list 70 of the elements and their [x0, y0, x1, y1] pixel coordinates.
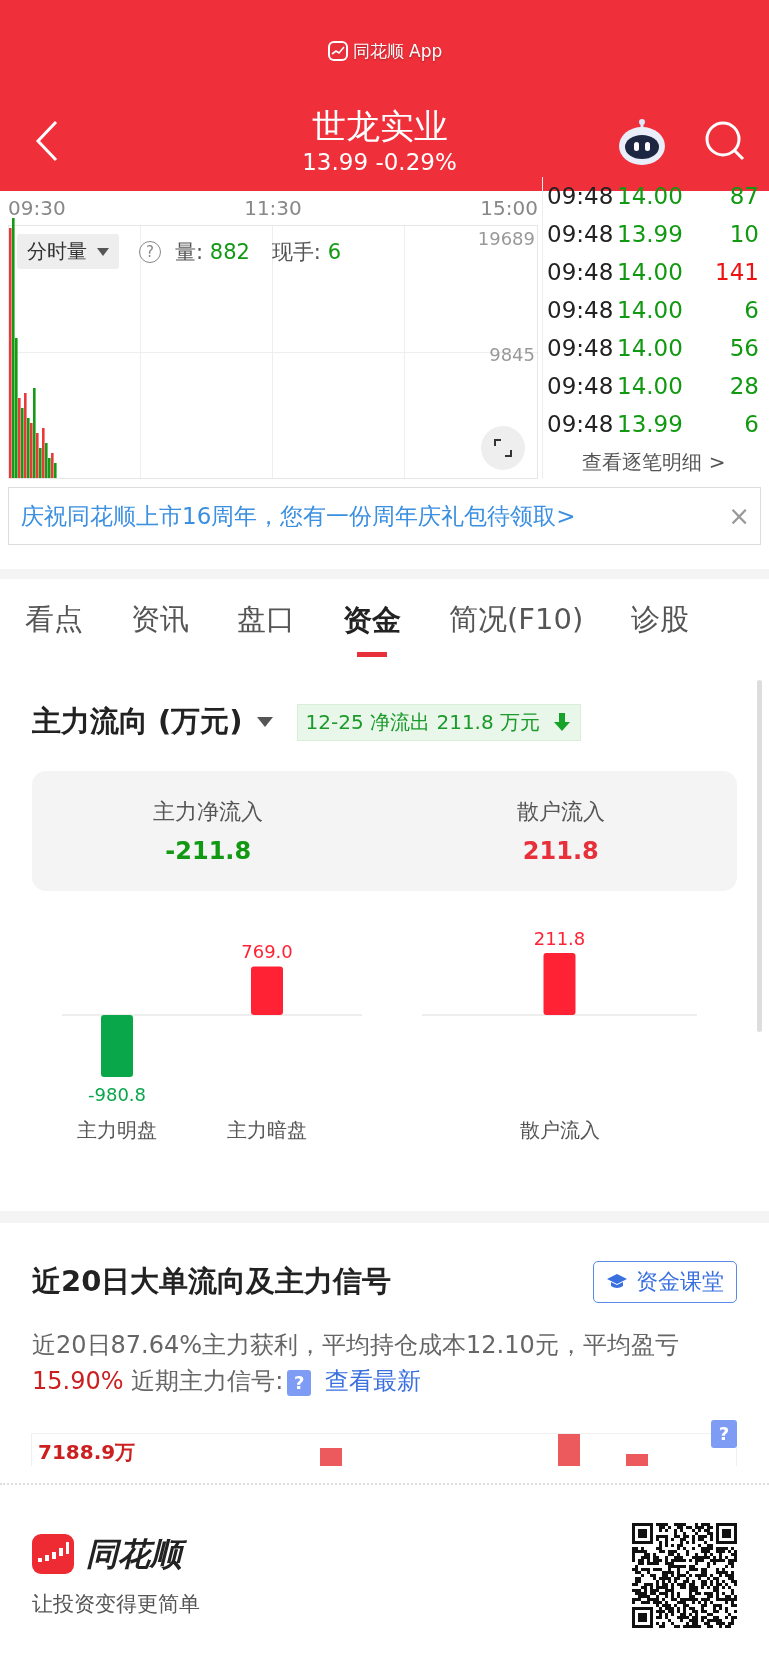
trade-price: 13.99	[616, 221, 684, 247]
slogan: 让投资变得更简单	[32, 1591, 200, 1618]
caret-icon	[97, 247, 109, 256]
tab[interactable]: 看点	[25, 600, 83, 646]
trade-volume: 10	[729, 221, 759, 247]
trade-time: 09:48	[547, 297, 613, 323]
trade-price: 14.00	[616, 335, 684, 361]
trade-time: 09:48	[547, 335, 613, 361]
latest-link[interactable]: 查看最新	[325, 1367, 422, 1395]
summary-label: 散户流入	[516, 798, 605, 826]
trade-volume: 141	[715, 259, 759, 285]
time-label: 09:30	[8, 196, 66, 220]
axis-label: 9845	[489, 344, 535, 365]
trade-volume: 6	[744, 297, 759, 323]
caret-icon	[256, 717, 273, 727]
chart-label: 7188.9万	[38, 1439, 136, 1466]
expand-button[interactable]	[481, 426, 525, 470]
category-label: 散户流入	[519, 1118, 600, 1142]
tab[interactable]: 资讯	[131, 600, 189, 646]
app-logo-icon	[326, 40, 349, 62]
value-label: -980.8	[88, 1084, 146, 1105]
flow-dropdown[interactable]: 主力流向 (万元)	[32, 702, 273, 742]
trade-volume: 28	[729, 373, 759, 399]
tab[interactable]: 盘口	[237, 600, 295, 646]
mode-dropdown[interactable]: 分时量	[17, 234, 119, 269]
brand-name: 同花顺	[86, 1532, 190, 1576]
value-label: 211.8	[533, 928, 586, 949]
tab[interactable]: 诊股	[631, 600, 690, 646]
category-label: 主力暗盘	[227, 1118, 307, 1142]
summary-value: -211.8	[165, 837, 252, 865]
trade-volume: 6	[744, 411, 759, 437]
volume-stat: 量: 882	[175, 238, 250, 266]
hand-stat: 现手: 6	[271, 238, 341, 266]
trade-time: 09:48	[547, 373, 613, 399]
flow-badge: 12-25 净流出 211.8 万元	[296, 703, 582, 741]
category-label: 主力明盘	[77, 1118, 157, 1142]
graduation-cap-icon	[606, 1273, 628, 1291]
tab[interactable]: 简况(F10)	[449, 600, 584, 646]
bar	[543, 953, 576, 1015]
signal-summary: 近20日87.64%主力获利，平均持仓成本12.10元，平均盈亏 15.90% 近期主力信号: ? 查看最新	[31, 1330, 680, 1398]
time-label: 11:30	[244, 196, 302, 220]
course-button[interactable]: 资金课堂	[593, 1261, 737, 1303]
bar	[251, 966, 283, 1015]
trade-price: 14.00	[616, 297, 684, 323]
trade-price: 13.99	[616, 411, 684, 437]
trade-volume: 56	[729, 335, 759, 361]
stock-quote: 13.99 -0.29%	[302, 148, 457, 177]
trade-time: 09:48	[547, 183, 613, 209]
summary-value: 211.8	[522, 837, 599, 865]
axis-label: 19689	[477, 228, 535, 249]
summary-label: 主力净流入	[153, 798, 264, 826]
time-label: 15:00	[480, 196, 538, 220]
down-arrow-icon	[552, 712, 573, 732]
app-label: 同花顺 App	[352, 39, 443, 63]
trade-time: 09:48	[547, 221, 613, 247]
value-label: 769.0	[241, 941, 293, 963]
trade-price: 14.00	[616, 259, 684, 285]
trades-link[interactable]: 查看逐笔明细 >	[543, 443, 765, 476]
trade-time: 09:48	[547, 411, 613, 437]
robot-icon[interactable]	[617, 116, 667, 166]
section-title: 近20日大单流向及主力信号	[32, 1263, 392, 1300]
trade-price: 14.00	[616, 373, 684, 399]
trade-price: 14.00	[616, 183, 684, 209]
trade-time: 09:48	[547, 259, 613, 285]
search-icon[interactable]	[703, 119, 747, 163]
expand-icon	[493, 438, 513, 458]
bar	[101, 1015, 133, 1077]
brand-logo-icon	[32, 1534, 74, 1574]
stock-title: 世龙实业	[311, 105, 448, 147]
trade-volume: 87	[729, 183, 759, 209]
